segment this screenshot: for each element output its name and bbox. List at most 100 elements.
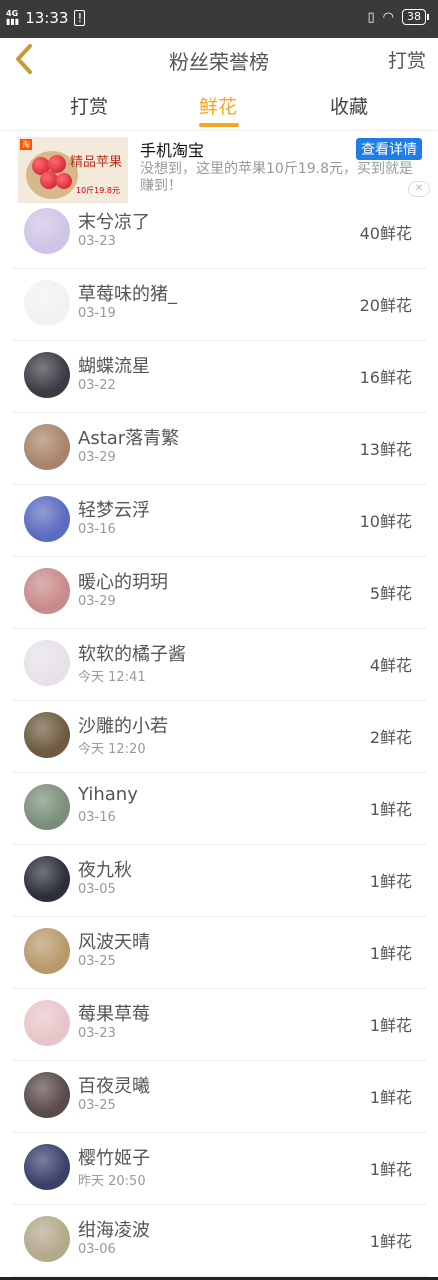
ad-title: 手机淘宝	[140, 141, 205, 160]
user-name: 夜九秋	[78, 860, 132, 881]
user-name: 暖心的玥玥	[78, 572, 168, 593]
flower-count: 4鲜花	[369, 656, 412, 675]
list-item[interactable]: Astar落青繁 03-29 13鲜花	[12, 412, 426, 485]
list-item[interactable]: 草莓味的猪_ 03-19 20鲜花	[12, 268, 426, 341]
flower-count: 1鲜花	[369, 944, 412, 963]
list-item[interactable]: 沙雕的小若今天 12:20 2鲜花	[12, 700, 426, 773]
avatar[interactable]	[24, 568, 70, 614]
page-title: 粉丝荣誉榜	[169, 50, 269, 74]
avatar[interactable]	[24, 424, 70, 470]
vibrate-icon: ▯	[367, 9, 375, 25]
wifi-icon: ◠	[382, 9, 394, 25]
user-name: Astar落青繁	[78, 428, 180, 449]
list-item[interactable]: 风波天晴 03-25 1鲜花	[12, 916, 426, 989]
user-name: 末兮凉了	[78, 212, 150, 233]
list-item[interactable]: 蝴蝶流星 03-22 16鲜花	[12, 340, 426, 413]
battery-indicator: 38	[402, 9, 429, 25]
user-name: Yihany	[78, 784, 138, 805]
gift-date: 03-06	[78, 1242, 116, 1257]
avatar[interactable]	[24, 352, 70, 398]
flower-count: 1鲜花	[369, 1160, 412, 1179]
user-name: 绀海凌波	[78, 1220, 150, 1241]
list-item[interactable]: 百夜灵曦 03-25 1鲜花	[12, 1060, 426, 1133]
ad-details-button[interactable]: 查看详情	[356, 138, 422, 160]
avatar[interactable]	[24, 1072, 70, 1118]
gift-date: 今天 12:20	[78, 742, 146, 757]
gift-date: 03-29	[78, 450, 116, 465]
ad-image-price: 10斤19.8元	[76, 186, 120, 195]
user-name: 沙雕的小若	[78, 716, 168, 737]
ad-description: 没想到，这里的苹果10斤19.8元，买到就是赚到！	[140, 161, 413, 194]
user-name: 蝴蝶流星	[78, 356, 150, 377]
flower-count: 1鲜花	[369, 872, 412, 891]
gift-date: 03-23	[78, 234, 116, 249]
gift-date: 03-25	[78, 954, 116, 969]
avatar[interactable]	[24, 1216, 70, 1262]
user-name: 百夜灵曦	[78, 1076, 150, 1097]
status-left: 4G ▮▮▮ 13:33 !	[6, 9, 86, 27]
list-item[interactable]: 樱竹姬子昨天 20:50 1鲜花	[12, 1132, 426, 1205]
reward-button[interactable]: 打赏	[388, 46, 426, 73]
user-name: 莓果草莓	[78, 1004, 150, 1025]
ad-image[interactable]: 淘 精品苹果 10斤19.8元	[18, 137, 128, 203]
gift-date: 今天 12:41	[78, 670, 146, 685]
status-time: 13:33	[25, 9, 69, 27]
ad-close-button[interactable]: ✕	[408, 181, 430, 197]
avatar[interactable]	[24, 1000, 70, 1046]
network-indicator: 4G ▮▮▮	[6, 9, 20, 26]
avatar[interactable]	[24, 856, 70, 902]
list-item[interactable]: 暖心的玥玥 03-29 5鲜花	[12, 556, 426, 629]
gift-date: 03-25	[78, 1098, 116, 1113]
flower-count: 5鲜花	[369, 584, 412, 603]
ad-image-tag: 淘	[20, 139, 32, 150]
avatar[interactable]	[24, 496, 70, 542]
list-item[interactable]: 轻梦云浮 03-16 10鲜花	[12, 484, 426, 557]
tab-reward[interactable]: 打赏	[70, 92, 108, 119]
avatar[interactable]	[24, 712, 70, 758]
avatar[interactable]	[24, 280, 70, 326]
gift-date: 03-19	[78, 306, 116, 321]
tab-bar: 打赏 鲜花 收藏	[0, 82, 438, 131]
avatar[interactable]	[24, 208, 70, 254]
status-bar: 4G ▮▮▮ 13:33 ! ▯ ◠ 38	[0, 0, 438, 38]
gift-date: 03-22	[78, 378, 116, 393]
flower-count: 16鲜花	[359, 368, 412, 387]
tab-favorites[interactable]: 收藏	[330, 92, 368, 119]
apple-image	[56, 173, 72, 189]
notification-icon: !	[74, 10, 86, 26]
list-item[interactable]: Yihany 03-16 1鲜花	[12, 772, 426, 845]
user-name: 软软的橘子酱	[78, 644, 186, 665]
status-right: ▯ ◠ 38	[367, 9, 429, 25]
flower-count: 13鲜花	[359, 440, 412, 459]
avatar[interactable]	[24, 928, 70, 974]
ad-image-text: 精品苹果	[70, 155, 123, 170]
flower-count: 1鲜花	[369, 1088, 412, 1107]
ad-banner[interactable]: 淘 精品苹果 10斤19.8元 手机淘宝 没想到，这里的苹果10斤19.8元，买…	[0, 131, 438, 207]
gift-date: 03-16	[78, 810, 116, 825]
gift-date: 03-16	[78, 522, 116, 537]
flower-count: 20鲜花	[359, 296, 412, 315]
list-item[interactable]: 夜九秋 03-05 1鲜花	[12, 844, 426, 917]
flower-count: 1鲜花	[369, 1016, 412, 1035]
user-name: 樱竹姬子	[78, 1148, 150, 1169]
gift-date: 03-23	[78, 1026, 116, 1041]
active-tab-indicator	[199, 123, 239, 127]
user-name: 轻梦云浮	[78, 500, 150, 521]
user-name: 草莓味的猪_	[78, 284, 177, 305]
list-item[interactable]: 莓果草莓 03-23 1鲜花	[12, 988, 426, 1061]
flower-count: 40鲜花	[359, 224, 412, 243]
tab-flowers[interactable]: 鲜花	[199, 92, 237, 119]
list-item[interactable]: 绀海凌波 03-06 1鲜花	[12, 1204, 426, 1277]
avatar[interactable]	[24, 640, 70, 686]
avatar[interactable]	[24, 1144, 70, 1190]
gift-date: 03-05	[78, 882, 116, 897]
avatar[interactable]	[24, 784, 70, 830]
app-header: 粉丝荣誉榜 打赏	[0, 38, 438, 83]
flower-count: 2鲜花	[369, 728, 412, 747]
user-name: 风波天晴	[78, 932, 150, 953]
list-item[interactable]: 软软的橘子酱今天 12:41 4鲜花	[12, 628, 426, 701]
gift-date: 昨天 20:50	[78, 1174, 146, 1189]
flower-count: 1鲜花	[369, 800, 412, 819]
flower-count: 10鲜花	[359, 512, 412, 531]
flower-count: 1鲜花	[369, 1232, 412, 1251]
